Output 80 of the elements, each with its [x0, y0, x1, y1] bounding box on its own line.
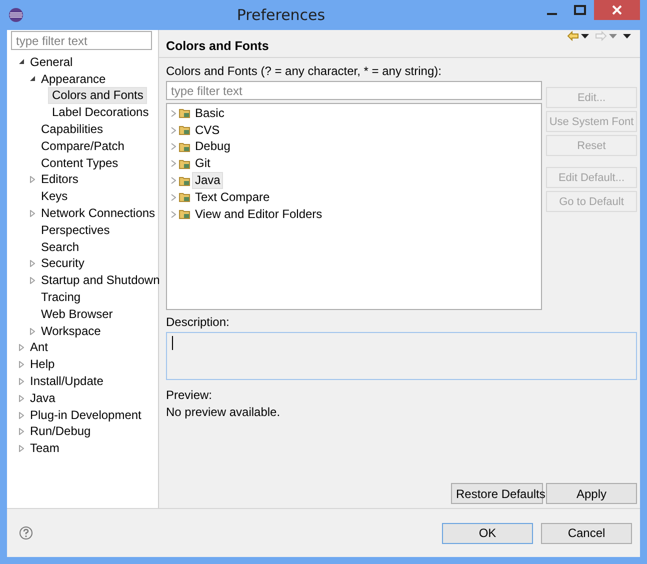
tree-item[interactable]: Basic [193, 106, 226, 121]
apply-button[interactable]: Apply [546, 483, 637, 504]
folder-icon [179, 158, 190, 169]
tree-item[interactable]: Tracing [38, 290, 84, 306]
expand-icon[interactable] [171, 177, 176, 184]
menu-icon[interactable] [623, 34, 631, 38]
tree-item[interactable]: Security [38, 256, 88, 272]
expand-icon[interactable] [19, 378, 24, 386]
tree-item[interactable]: Plug-in Development [27, 408, 144, 423]
window-title: Preferences [236, 6, 326, 24]
tree-item[interactable]: Compare/Patch [38, 138, 128, 154]
expand-icon[interactable] [171, 194, 176, 201]
expand-icon[interactable] [171, 110, 176, 117]
tree-item[interactable]: Keys [38, 189, 71, 204]
tree-item[interactable]: Install/Update [27, 374, 106, 390]
folder-icon [179, 108, 190, 118]
tree-item[interactable]: Team [27, 441, 62, 456]
tree-item[interactable]: Git [193, 156, 212, 172]
description-label: Description: [166, 315, 230, 330]
dropdown-icon[interactable] [581, 34, 589, 38]
cancel-button[interactable]: Cancel [541, 522, 632, 544]
forward-arrow-icon[interactable] [595, 31, 607, 41]
expand-icon[interactable] [19, 344, 24, 352]
tree-item[interactable]: Label Decorations [49, 105, 152, 120]
tree-item[interactable]: View and Editor Folders [193, 206, 324, 222]
tree-item[interactable]: Capabilities [38, 122, 106, 138]
tree-item[interactable]: Web Browser [38, 306, 116, 322]
tree-item[interactable]: Workspace [38, 324, 104, 339]
expand-icon[interactable] [19, 445, 24, 452]
close-icon[interactable] [612, 5, 622, 15]
tree-item[interactable]: Text Compare [193, 190, 272, 205]
expand-icon[interactable] [19, 412, 24, 419]
ok-button[interactable]: OK [442, 522, 533, 544]
page-title: Colors and Fonts [166, 38, 270, 52]
tree-item[interactable]: Java [27, 390, 58, 406]
expand-icon[interactable] [30, 277, 35, 284]
folder-icon [179, 209, 190, 220]
tree-item[interactable]: Perspectives [38, 222, 113, 238]
tree-item[interactable]: General [27, 54, 76, 70]
folder-icon [179, 142, 190, 152]
tree-item[interactable]: Run/Debug [27, 424, 94, 440]
expand-icon[interactable] [171, 143, 176, 150]
expand-icon[interactable] [171, 126, 176, 134]
folder-icon [179, 176, 190, 186]
expand-icon[interactable] [171, 210, 176, 218]
preview-text: No preview available. [166, 405, 282, 419]
folder-icon [179, 192, 190, 202]
tree-item[interactable]: Help [27, 357, 58, 372]
tree-item[interactable]: Colors and Fonts [48, 87, 148, 104]
tree-item[interactable]: Editors [38, 172, 82, 188]
expand-icon[interactable] [30, 328, 35, 335]
tree-item[interactable]: CVS [193, 122, 222, 138]
help-icon[interactable] [19, 526, 33, 540]
preview-label: Preview: [166, 388, 214, 402]
tree-item[interactable]: Network Connections [38, 206, 158, 222]
tree-item[interactable]: Startup and Shutdown [38, 273, 163, 288]
expand-icon[interactable] [19, 361, 24, 368]
tree-item[interactable]: Ant [27, 340, 52, 356]
restore-defaults-button[interactable]: Restore Defaults [451, 483, 543, 504]
filter-label: Colors and Fonts (? = any character, * = any string): [166, 64, 442, 79]
filter-field[interactable]: type filter text [11, 31, 152, 50]
folder-icon [179, 125, 190, 136]
tree-item[interactable]: Debug [193, 139, 232, 154]
maximize-icon[interactable] [574, 5, 586, 15]
expand-icon[interactable] [30, 210, 35, 218]
tree-item[interactable]: Content Types [38, 156, 122, 171]
collapse-icon[interactable] [30, 76, 36, 82]
expand-icon[interactable] [30, 260, 35, 268]
app-icon [8, 7, 24, 23]
expand-icon[interactable] [19, 428, 24, 436]
tree-item[interactable]: Java [192, 172, 224, 190]
tree-item[interactable]: Appearance [38, 72, 109, 87]
expand-icon[interactable] [19, 394, 24, 402]
description-field[interactable] [166, 332, 637, 380]
filter-field[interactable]: type filter text [166, 81, 542, 100]
close-button[interactable] [594, 0, 640, 20]
expand-icon[interactable] [30, 176, 35, 184]
expand-icon[interactable] [171, 160, 176, 168]
collapse-icon[interactable] [18, 59, 24, 66]
tree-item[interactable]: Search [38, 240, 82, 255]
